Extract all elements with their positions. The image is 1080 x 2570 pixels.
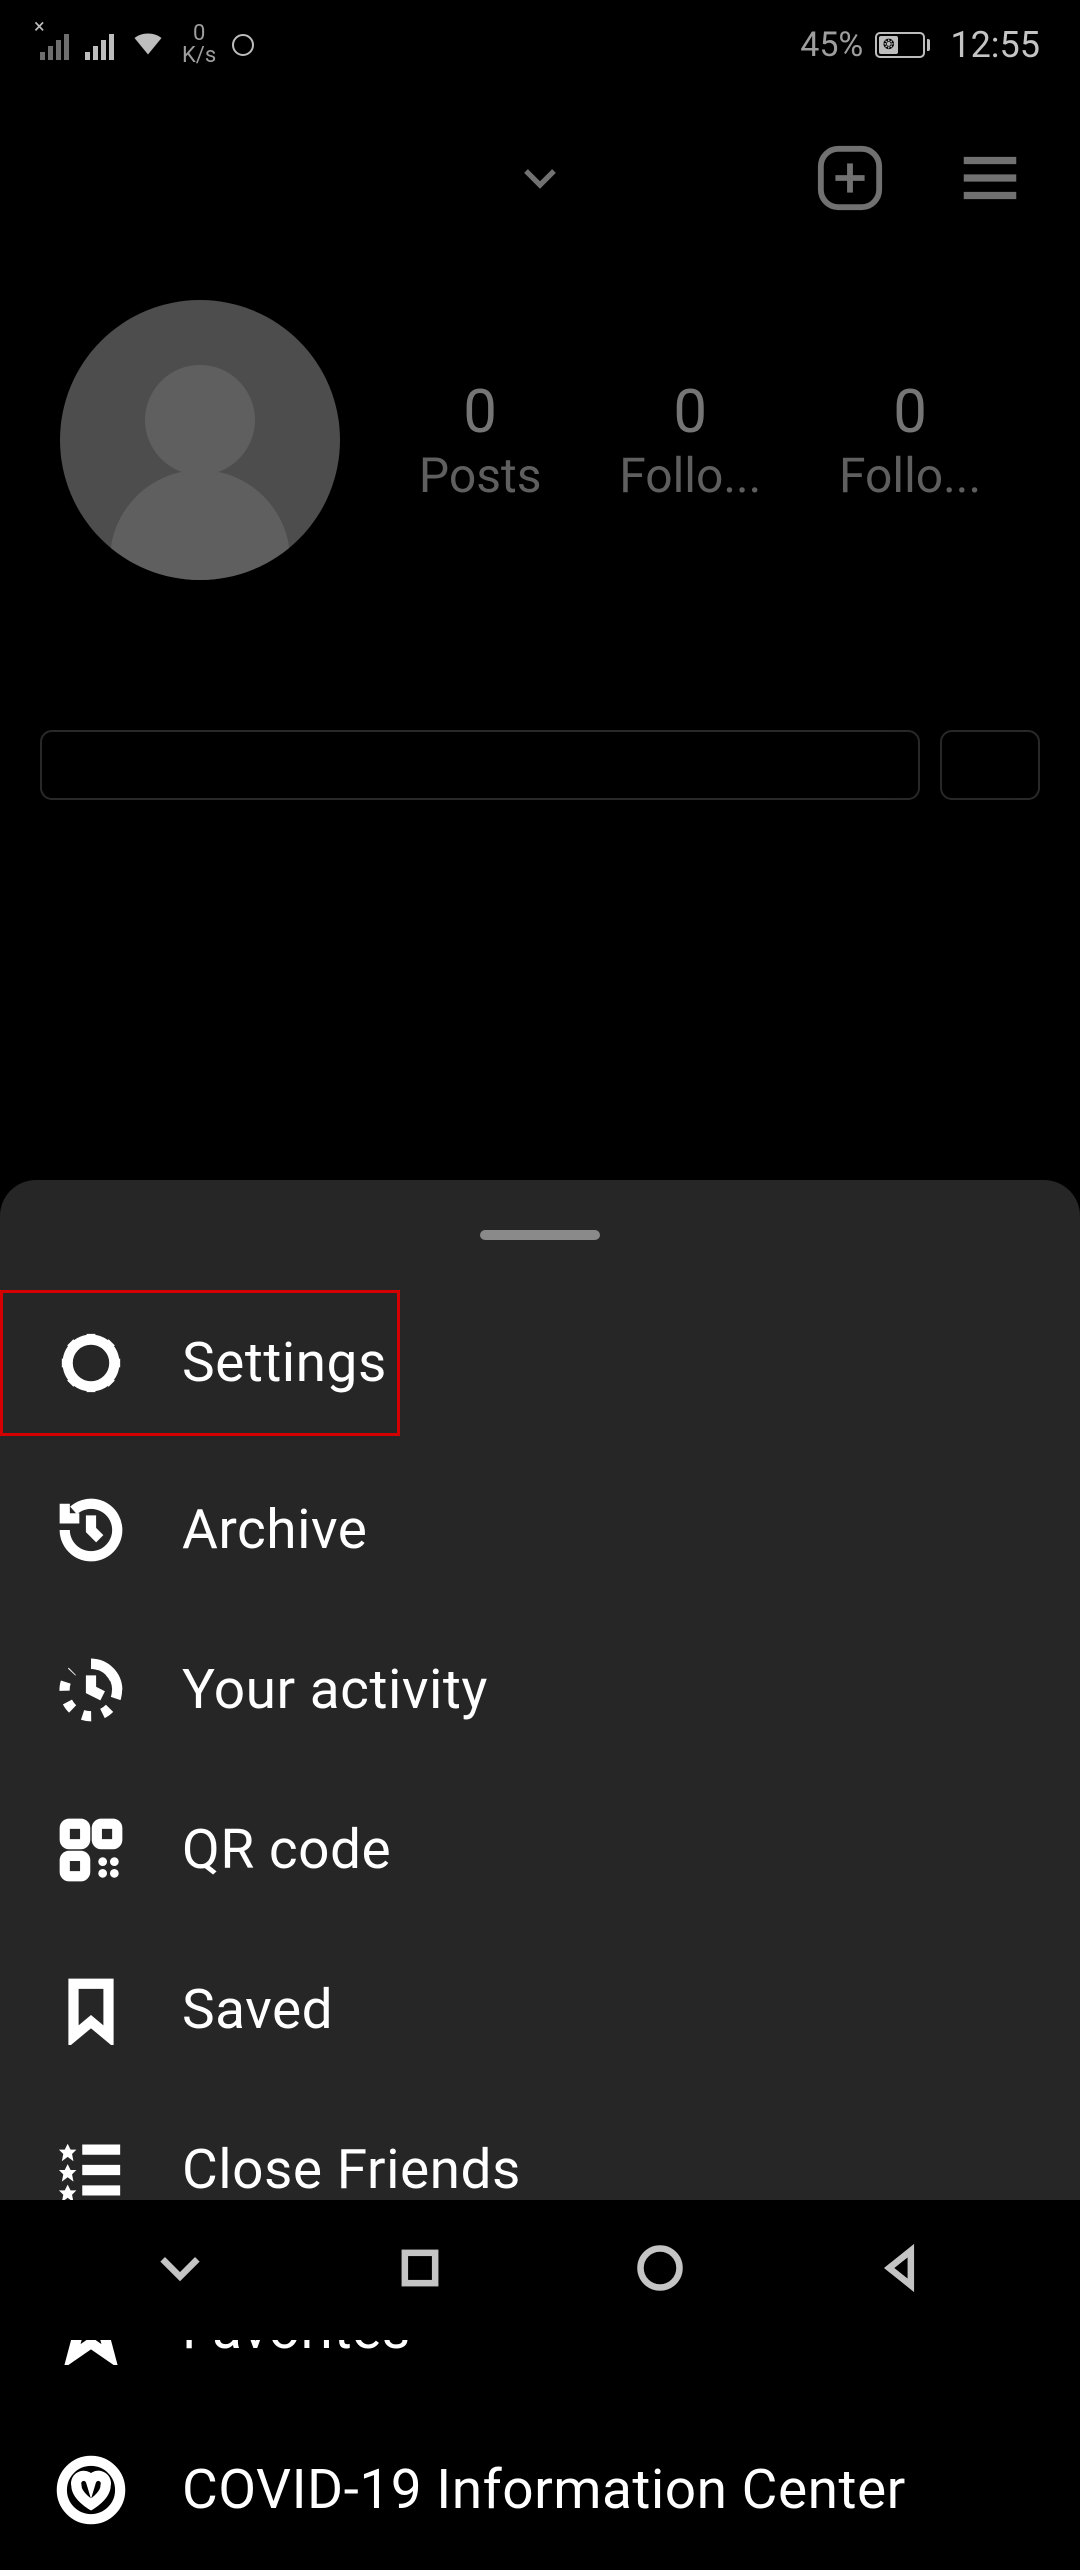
- indicator-icon: [232, 34, 254, 56]
- menu-item-settings[interactable]: Settings: [0, 1290, 400, 1436]
- stat-label: Follo...: [839, 447, 981, 504]
- stat-followers[interactable]: 0 Follo...: [619, 376, 761, 504]
- stat-count: 0: [419, 376, 542, 447]
- avatar[interactable]: [60, 300, 340, 580]
- system-nav-bar: [0, 2200, 1080, 2340]
- wifi-icon: [130, 23, 166, 68]
- sheet-drag-handle[interactable]: [480, 1230, 600, 1240]
- hamburger-menu-button[interactable]: [955, 143, 1025, 217]
- menu-label: Your activity: [182, 1658, 488, 1722]
- menu-label: Settings: [182, 1331, 387, 1395]
- qr-code-icon: [56, 1815, 126, 1885]
- status-right: 45% ❂ 12:55: [800, 24, 1040, 66]
- status-bar: 0 K/s 45% ❂ 12:55: [0, 0, 1080, 90]
- menu-bottom-sheet: Settings Archive Your activity QR code S…: [0, 1180, 1080, 2200]
- clock: 12:55: [950, 24, 1040, 66]
- bookmark-icon: [56, 1975, 126, 2045]
- create-button[interactable]: [815, 143, 885, 217]
- menu-label: QR code: [182, 1818, 391, 1882]
- stat-count: 0: [619, 376, 761, 447]
- activity-icon: [56, 1655, 126, 1725]
- signal-no-sim-icon: [40, 30, 69, 60]
- stat-label: Posts: [419, 447, 542, 504]
- menu-item-covid-info[interactable]: COVID-19 Information Center: [0, 2410, 1080, 2570]
- menu-label: COVID-19 Information Center: [182, 2458, 906, 2522]
- stat-posts[interactable]: 0 Posts: [419, 376, 542, 504]
- nav-home-button[interactable]: [634, 2242, 686, 2298]
- archive-icon: [56, 1495, 126, 1565]
- edit-profile-button[interactable]: [40, 730, 920, 800]
- status-left: 0 K/s: [40, 23, 254, 68]
- network-speed: 0 K/s: [182, 23, 216, 67]
- signal-icon: [85, 30, 114, 60]
- menu-item-saved[interactable]: Saved: [0, 1930, 1080, 2090]
- profile-page-background: 0 Posts 0 Follo... 0 Follo...: [0, 90, 1080, 800]
- menu-item-qr-code[interactable]: QR code: [0, 1770, 1080, 1930]
- gear-icon: [56, 1328, 126, 1398]
- menu-item-archive[interactable]: Archive: [0, 1450, 1080, 1610]
- speed-value: 0: [193, 23, 205, 45]
- nav-back-button[interactable]: [874, 2242, 926, 2298]
- battery-pct: 45%: [800, 25, 863, 65]
- menu-item-your-activity[interactable]: Your activity: [0, 1610, 1080, 1770]
- menu-label: Archive: [182, 1498, 367, 1562]
- heart-circle-icon: [56, 2455, 126, 2525]
- profile-action-row: [0, 640, 1080, 800]
- menu-label: Close Friends: [182, 2138, 521, 2202]
- stat-following[interactable]: 0 Follo...: [839, 376, 981, 504]
- nav-hide-keyboard-button[interactable]: [154, 2242, 206, 2298]
- stat-count: 0: [839, 376, 981, 447]
- nav-recents-button[interactable]: [394, 2242, 446, 2298]
- username-dropdown[interactable]: [519, 157, 561, 203]
- stat-label: Follo...: [619, 447, 761, 504]
- profile-stats-row: 0 Posts 0 Follo... 0 Follo...: [0, 270, 1080, 640]
- battery-icon: ❂: [875, 32, 930, 58]
- profile-header: [0, 90, 1080, 270]
- speed-unit: K/s: [182, 45, 216, 67]
- close-friends-icon: [56, 2135, 126, 2205]
- discover-people-button[interactable]: [940, 730, 1040, 800]
- menu-label: Saved: [182, 1978, 333, 2042]
